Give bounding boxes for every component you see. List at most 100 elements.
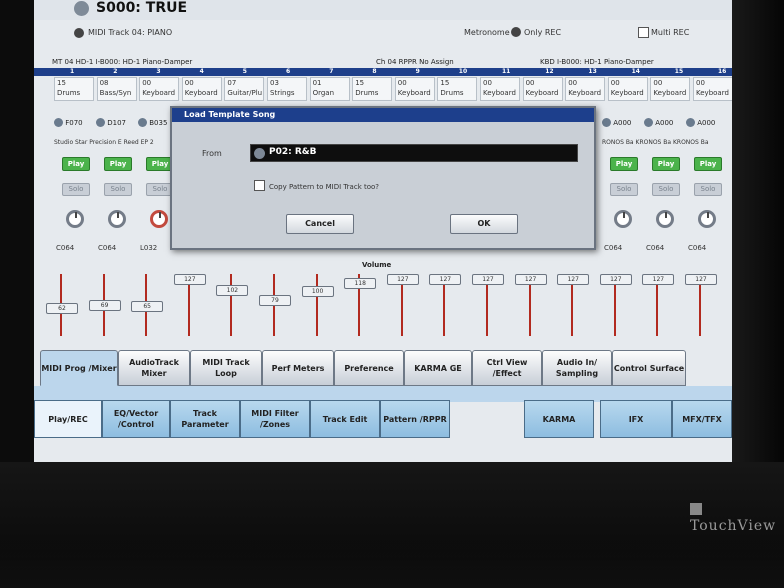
program-select[interactable]: 15 Drums [352,77,393,101]
cancel-button[interactable]: Cancel [286,214,354,234]
bank-select[interactable]: A000 [644,118,684,134]
tab-upper[interactable]: MIDI Prog /Mixer [40,350,118,386]
pan-value: C064 [688,244,707,252]
volume-fader[interactable]: 127 [514,274,547,285]
tab-lower[interactable]: KARMA [524,400,594,438]
bank-select[interactable]: A000 [686,118,726,134]
program-select[interactable]: 00 Keyboard [650,77,691,101]
solo-button[interactable]: Solo [652,183,680,196]
tab-upper[interactable]: Perf Meters [262,350,334,386]
volume-fader[interactable]: 102 [216,285,249,297]
volume-fader[interactable]: 100 [301,285,334,297]
bank-icon [686,118,695,127]
volume-fader[interactable]: 79 [259,295,291,307]
tab-lower[interactable]: Play/REC [34,400,102,438]
volume-fader[interactable]: 118 [344,277,377,289]
track-select-icon[interactable] [74,28,84,38]
program-select[interactable]: 07 Guitar/Plu [224,77,265,101]
tab-lower[interactable]: MIDI Filter /Zones [240,400,310,438]
tab-upper[interactable]: Control Surface [612,350,686,386]
tab-upper[interactable]: Audio In/ Sampling [542,350,612,386]
play-button[interactable]: Play [62,157,90,171]
program-select[interactable]: 01 Organ [309,77,350,101]
screen: S000: TRUE MIDI Track 04: PIANO Metronom… [34,0,732,462]
tab-upper[interactable]: AudioTrack Mixer [118,350,190,386]
tab-upper[interactable]: MIDI Track Loop [190,350,262,386]
volume-fader[interactable]: 127 [599,274,632,285]
program-category: Keyboard [184,89,218,97]
play-button[interactable]: Play [652,157,680,171]
pan-knob[interactable] [614,210,632,228]
volume-fader[interactable]: 127 [557,274,590,285]
bank-label: A000 [697,119,716,127]
track-info-row: MT 04 HD-1 I-B000: HD-1 Piano-Damper Ch … [34,58,732,68]
tab-lower[interactable]: EQ/Vector /Control [102,400,170,438]
volume-fader[interactable]: 127 [386,274,419,285]
tab-lower[interactable]: MFX/TFX [672,400,732,438]
tab-upper[interactable]: Preference [334,350,404,386]
volume-fader[interactable]: 127 [429,274,462,285]
copy-pattern-checkbox[interactable] [254,180,265,191]
pan-knob[interactable] [150,210,168,228]
play-button[interactable]: Play [694,157,722,171]
play-button[interactable]: Play [104,157,132,171]
volume-fader[interactable]: 127 [642,274,675,285]
solo-button[interactable]: Solo [104,183,132,196]
volume-fader[interactable]: 65 [131,301,164,313]
pan-knob[interactable] [698,210,716,228]
channel-number: 12 [545,68,554,75]
bank-select[interactable]: D107 [96,118,136,134]
channel-number: 16 [718,68,727,75]
program-select[interactable]: 08 Bass/Syn [96,77,137,101]
volume-fader[interactable]: 62 [46,302,78,314]
menu-circle-icon[interactable] [74,1,89,16]
channel-number: 14 [631,68,640,75]
program-select[interactable]: 00 Keyboard [565,77,606,101]
solo-button[interactable]: Solo [694,183,722,196]
channel-number: 4 [199,68,204,75]
tab-upper[interactable]: KARMA GE [404,350,472,386]
status-row: MIDI Track 04: PIANO Metronome Only REC … [34,24,732,42]
play-button[interactable]: Play [610,157,638,171]
bank-select[interactable]: A000 [602,118,642,134]
program-select[interactable]: 00 Keyboard [181,77,222,101]
pan-value: C064 [604,244,623,252]
bank-icon [96,118,105,127]
from-select[interactable]: P02: R&B [250,144,578,162]
program-names-left: Studio Star Precision E Reed EP 2 [54,139,154,146]
program-select[interactable]: 15 Drums [437,77,478,101]
tab-lower[interactable]: IFX [600,400,672,438]
program-select[interactable]: 00 Keyboard [394,77,435,101]
program-select[interactable]: 00 Keyboard [607,77,648,101]
copy-pattern-option[interactable]: Copy Pattern to MIDI Track too? [254,180,379,191]
tab-lower[interactable]: Track Parameter [170,400,240,438]
bank-label: A000 [613,119,632,127]
volume-fader[interactable]: 127 [685,274,717,285]
program-number: 00 [142,79,152,87]
ok-button[interactable]: OK [450,214,518,234]
tab-upper[interactable]: Ctrl View /Effect [472,350,542,386]
program-select[interactable]: 03 Strings [267,77,307,101]
solo-button[interactable]: Solo [610,183,638,196]
volume-fader[interactable]: 69 [88,299,121,311]
track-info-kbd: KBD I-B000: HD-1 Piano-Damper [540,58,654,66]
only-rec-icon[interactable] [511,27,521,37]
upper-tab-bar: MIDI Prog /Mixer AudioTrack Mixer MIDI Tra… [40,350,732,386]
multi-rec-checkbox[interactable] [638,27,649,38]
program-select[interactable]: 00 Keyboard [693,77,732,101]
program-select[interactable]: 00 Keyboard [480,77,520,101]
solo-button[interactable]: Solo [62,183,90,196]
bank-select[interactable]: F070 [54,118,94,134]
pan-knob[interactable] [656,210,674,228]
volume-fader[interactable]: 127 [472,274,504,285]
tab-lower[interactable]: Pattern /RPPR [380,400,450,438]
program-select[interactable]: 15 Drums [54,77,94,101]
program-select[interactable]: 00 Keyboard [522,77,563,101]
select-popup-icon[interactable] [254,148,265,159]
pan-knob[interactable] [108,210,126,228]
program-select[interactable]: 00 Keyboard [139,77,180,101]
tab-lower[interactable]: Track Edit [310,400,380,438]
volume-fader[interactable]: 127 [173,274,206,285]
dialog-title: Load Template Song [172,108,594,122]
pan-knob[interactable] [66,210,84,228]
